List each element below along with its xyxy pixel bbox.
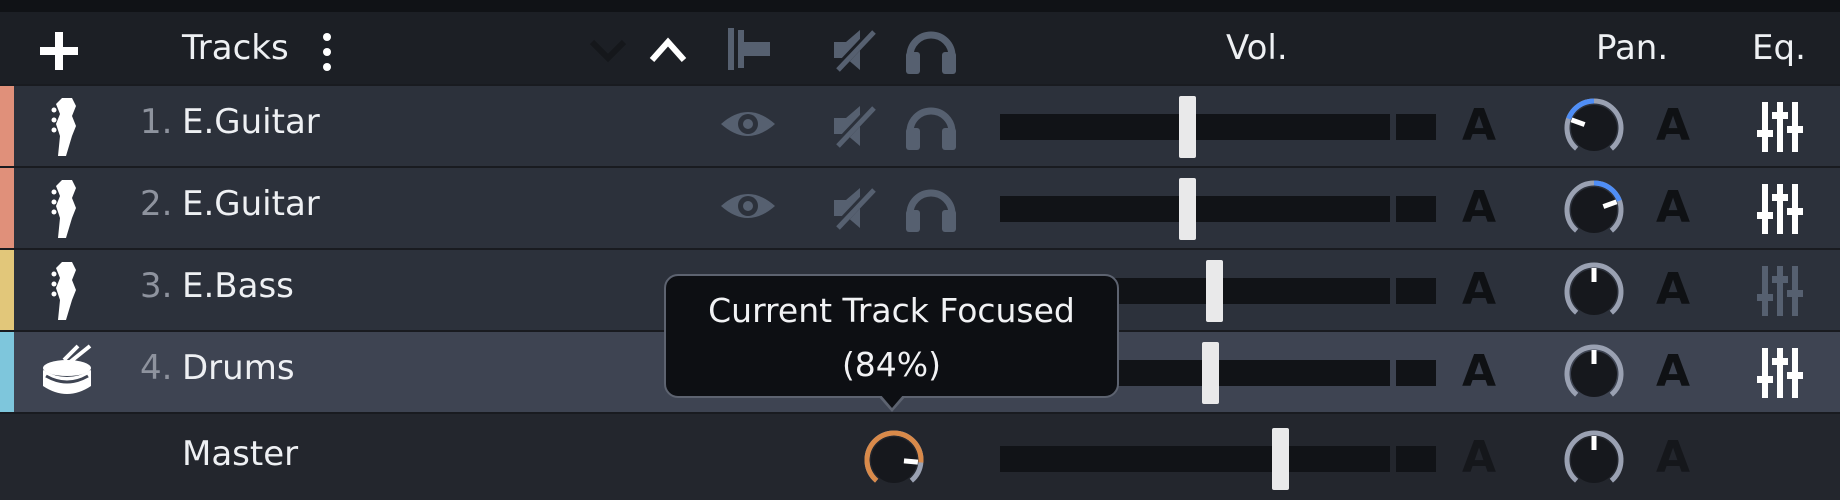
- master-volume-fader-end: [1396, 446, 1436, 472]
- master-pan-knob[interactable]: [1560, 426, 1628, 494]
- tracks-menu-icon[interactable]: [320, 30, 334, 74]
- volume-automation-toggle[interactable]: A: [1462, 104, 1496, 148]
- track-row-1[interactable]: 1. E.Guitar A A: [0, 84, 1840, 166]
- track-number: 3.: [140, 266, 173, 306]
- tooltip-line-1: Current Track Focused: [708, 291, 1075, 330]
- track-name[interactable]: E.Bass: [182, 266, 294, 306]
- pan-automation-toggle[interactable]: A: [1656, 268, 1690, 312]
- track-color-bar: [0, 86, 14, 166]
- tooltip-arrow-fill: [880, 394, 904, 408]
- pan-knob[interactable]: [1560, 340, 1628, 408]
- equalizer-icon[interactable]: [1756, 100, 1804, 154]
- track-color-bar: [0, 332, 14, 412]
- volume-fader-handle[interactable]: [1206, 260, 1223, 322]
- tracks-title: Tracks: [182, 28, 289, 68]
- solo-headphones-icon[interactable]: [902, 100, 960, 152]
- mute-icon[interactable]: [830, 184, 880, 232]
- equalizer-icon[interactable]: [1756, 264, 1804, 318]
- eq-column-label: Eq.: [1752, 28, 1806, 68]
- track-color-bar: [0, 250, 14, 330]
- master-volume-automation-toggle[interactable]: A: [1462, 436, 1496, 480]
- volume-fader-handle[interactable]: [1178, 96, 1196, 158]
- equalizer-icon[interactable]: [1756, 182, 1804, 236]
- knob-indicator: [903, 458, 919, 465]
- pan-automation-toggle[interactable]: A: [1656, 186, 1690, 230]
- drum-icon: [43, 344, 92, 394]
- tracks-header: Tracks Vol. Pan. Eq.: [0, 12, 1840, 84]
- pan-automation-toggle[interactable]: A: [1656, 104, 1690, 148]
- pan-knob[interactable]: [1560, 176, 1628, 244]
- pan-knob[interactable]: [1560, 94, 1628, 162]
- volume-automation-toggle[interactable]: A: [1462, 350, 1496, 394]
- volume-fader-end: [1396, 114, 1436, 140]
- knob-body: [1571, 187, 1617, 233]
- track-align-icon[interactable]: [724, 24, 774, 74]
- master-volume-fader-handle[interactable]: [1272, 428, 1290, 490]
- tooltip-line-2: (84%): [841, 345, 942, 384]
- knob-body: [1571, 105, 1617, 151]
- focus-knob[interactable]: [860, 426, 928, 494]
- volume-fader-end: [1396, 278, 1436, 304]
- volume-automation-toggle[interactable]: A: [1462, 186, 1496, 230]
- expand-up-icon[interactable]: [648, 34, 688, 66]
- mute-all-icon[interactable]: [830, 26, 880, 74]
- track-name[interactable]: E.Guitar: [182, 184, 320, 224]
- track-color-bar: [0, 168, 14, 248]
- master-pan-automation-toggle[interactable]: A: [1656, 436, 1690, 480]
- track-number: 1.: [140, 102, 173, 142]
- track-number: 2.: [140, 184, 173, 224]
- collapse-down-icon[interactable]: [588, 34, 628, 66]
- visibility-eye-icon[interactable]: [718, 106, 778, 142]
- volume-fader-end: [1396, 360, 1436, 386]
- pan-column-label: Pan.: [1596, 28, 1669, 68]
- pan-knob[interactable]: [1560, 258, 1628, 326]
- master-row[interactable]: Master A A: [0, 412, 1840, 500]
- mute-icon[interactable]: [830, 102, 880, 150]
- electric-bass-icon: [51, 262, 76, 320]
- pan-automation-toggle[interactable]: A: [1656, 350, 1690, 394]
- volume-fader-end: [1396, 196, 1436, 222]
- volume-column-label: Vol.: [1226, 28, 1288, 68]
- solo-headphones-icon[interactable]: [902, 182, 960, 234]
- track-name[interactable]: E.Guitar: [182, 102, 320, 142]
- volume-automation-toggle[interactable]: A: [1462, 268, 1496, 312]
- volume-fader-handle[interactable]: [1178, 178, 1196, 240]
- focus-tooltip: Current Track Focused (84%): [664, 274, 1119, 398]
- top-border: [0, 0, 1840, 12]
- add-track-icon[interactable]: [38, 30, 80, 72]
- electric-guitar-icon: [51, 98, 76, 156]
- master-name: Master: [182, 434, 299, 474]
- track-row-2[interactable]: 2. E.Guitar A A: [0, 166, 1840, 248]
- solo-all-icon[interactable]: [902, 24, 960, 76]
- master-volume-fader-track[interactable]: [1000, 446, 1390, 472]
- volume-fader-handle[interactable]: [1202, 342, 1220, 404]
- electric-guitar-icon: [51, 180, 76, 238]
- track-number: 4.: [140, 348, 173, 388]
- visibility-eye-icon[interactable]: [718, 188, 778, 224]
- equalizer-icon[interactable]: [1756, 346, 1804, 400]
- track-name[interactable]: Drums: [182, 348, 295, 388]
